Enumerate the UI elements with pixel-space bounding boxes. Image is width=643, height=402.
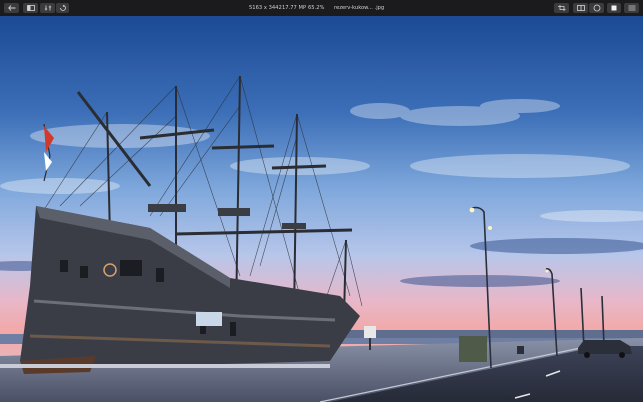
- viewer-toolbar: 5163 x 3442 17.77 MP 65.2% rezerv-kukow.…: [0, 0, 643, 16]
- sidebar-toggle-button[interactable]: [23, 3, 38, 13]
- crop-button[interactable]: [554, 3, 569, 13]
- highlight-button[interactable]: [607, 3, 621, 13]
- back-button[interactable]: [4, 3, 19, 13]
- split-view-button[interactable]: [573, 3, 588, 13]
- rotate-button[interactable]: [56, 3, 69, 13]
- more-button[interactable]: [624, 3, 639, 13]
- circle-tool-button[interactable]: [589, 3, 604, 13]
- square-icon: [611, 5, 617, 11]
- menu-icon: [628, 5, 635, 11]
- file-name: rezerv-kukow... .jpg: [334, 5, 385, 11]
- sidebar-icon: [26, 5, 35, 11]
- photo: [0, 16, 643, 402]
- image-canvas[interactable]: [0, 16, 643, 402]
- image-megapixels: 17.77 MP: [282, 5, 307, 11]
- crop-icon: [557, 5, 565, 11]
- circle-icon: [593, 4, 600, 12]
- rotate-icon: [59, 5, 66, 11]
- sliders-icon: [44, 5, 51, 11]
- arrow-left-icon: [7, 5, 15, 11]
- zoom-level: 65.2%: [308, 5, 325, 11]
- split-icon: [576, 5, 585, 11]
- image-dimensions: 5163 x 3442: [249, 5, 282, 11]
- adjust-button[interactable]: [40, 3, 55, 13]
